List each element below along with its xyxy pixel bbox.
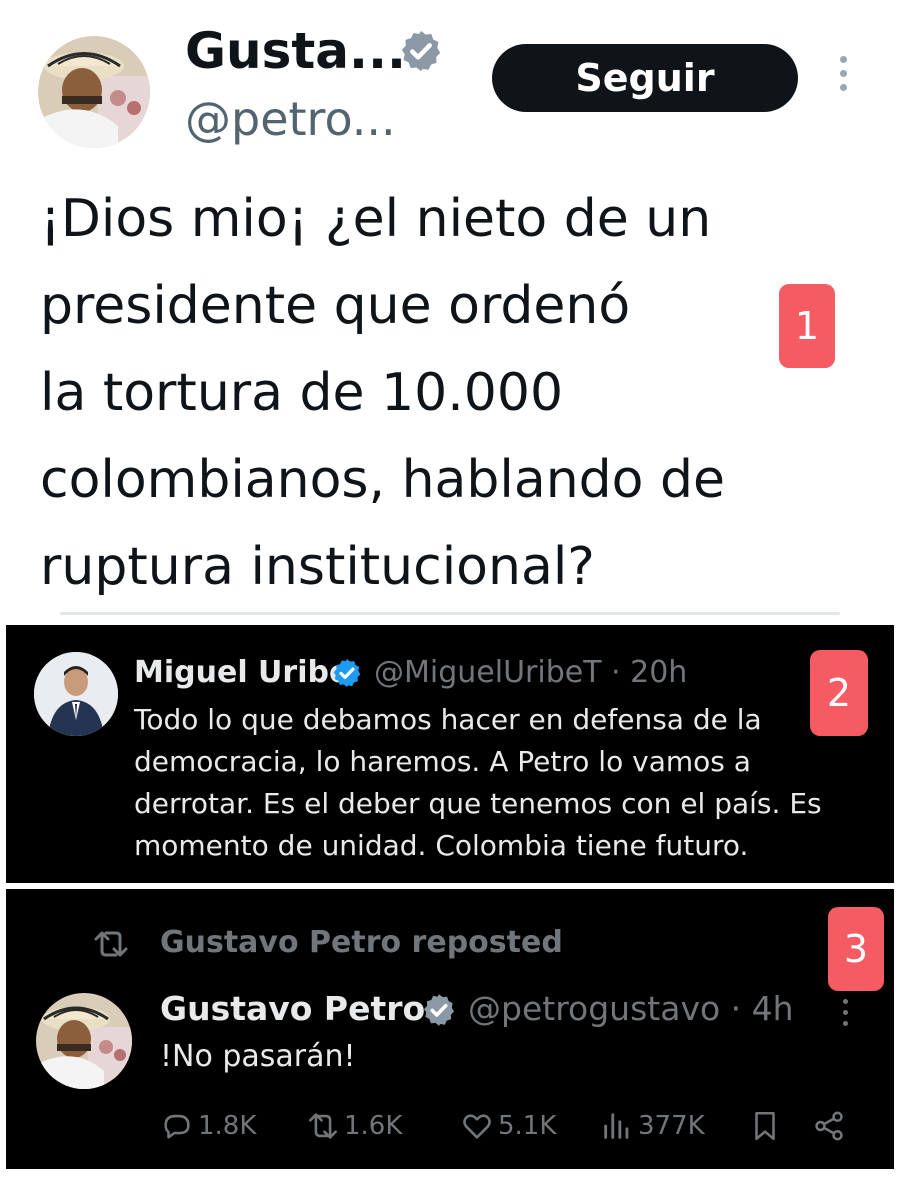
views-icon bbox=[604, 1113, 629, 1139]
tweet-text: Todo lo que debamos hacer en defensa de … bbox=[134, 699, 834, 867]
verified-badge-icon bbox=[424, 994, 454, 1026]
repost-button[interactable]: 1.6K bbox=[306, 1109, 402, 1143]
repost-count: 1.6K bbox=[344, 1111, 403, 1141]
tweet-line: colombianos, hablando de bbox=[40, 450, 726, 510]
user-handle[interactable]: @petro... bbox=[185, 92, 396, 146]
verified-badge-icon bbox=[401, 30, 441, 72]
reply-icon bbox=[164, 1114, 190, 1139]
like-count: 5.1K bbox=[498, 1111, 557, 1141]
views-button[interactable]: 377K bbox=[600, 1109, 705, 1143]
like-icon bbox=[463, 1114, 491, 1139]
handle-and-time[interactable]: @petrogustavo · 4h bbox=[468, 989, 794, 1028]
tweet-line: ¡Dios mio¡ ¿el nieto de un bbox=[40, 189, 712, 249]
tweet-line: Todo lo que debamos hacer en defensa de … bbox=[134, 703, 762, 736]
tweet-line: democracia, lo haremos. A Petro lo vamos… bbox=[134, 745, 751, 778]
bookmark-button[interactable] bbox=[748, 1109, 782, 1143]
display-name[interactable]: Gusta... bbox=[185, 22, 406, 80]
tweet-actions-bar: 1.8K 1.6K 5.1K 377K bbox=[160, 1109, 860, 1149]
display-name[interactable]: Miguel Uribe bbox=[134, 655, 349, 690]
tweet-text: ¡Dios mio¡ ¿el nieto de un presidente qu… bbox=[40, 176, 860, 611]
repost-label[interactable]: Gustavo Petro reposted bbox=[160, 925, 563, 960]
verified-badge-icon bbox=[333, 659, 361, 687]
tweet-line: la tortura de 10.000 bbox=[40, 363, 564, 423]
bookmark-icon bbox=[755, 1111, 775, 1141]
repost-icon bbox=[308, 1113, 338, 1139]
display-name[interactable]: Gustavo Petro bbox=[160, 989, 425, 1028]
annotation-number-badge: 2 bbox=[810, 650, 868, 736]
avatar[interactable] bbox=[34, 652, 118, 736]
reply-button[interactable]: 1.8K bbox=[160, 1109, 256, 1143]
like-button[interactable]: 5.1K bbox=[460, 1109, 556, 1143]
divider bbox=[60, 612, 840, 615]
tweet-card-light: Gusta... @petro... Seguir ¡Dios mio¡ ¿el… bbox=[0, 0, 900, 620]
views-count: 377K bbox=[638, 1111, 705, 1141]
tweet-card-dark-repost: Gustavo Petro reposted 3 Gustavo Petro @… bbox=[6, 889, 894, 1169]
tweet-card-dark: Miguel Uribe @MiguelUribeT · 20h Todo lo… bbox=[6, 625, 894, 883]
tweet-text: !No pasarán! bbox=[160, 1039, 356, 1074]
avatar[interactable] bbox=[36, 993, 132, 1089]
tweet-line: presidente que ordenó bbox=[40, 276, 631, 336]
annotation-number-badge: 3 bbox=[828, 907, 884, 991]
tweet-line: momento de unidad. Colombia tiene futuro… bbox=[134, 829, 749, 862]
more-options-icon[interactable] bbox=[833, 56, 853, 100]
repost-indicator-icon bbox=[94, 931, 128, 957]
handle-and-time[interactable]: @MiguelUribeT · 20h bbox=[374, 655, 687, 690]
share-button[interactable] bbox=[812, 1109, 846, 1143]
reply-count: 1.8K bbox=[198, 1111, 257, 1141]
share-icon bbox=[815, 1111, 843, 1141]
follow-button[interactable]: Seguir bbox=[492, 44, 798, 112]
annotation-number-badge: 1 bbox=[779, 284, 835, 368]
avatar[interactable] bbox=[38, 36, 150, 148]
more-options-icon[interactable] bbox=[840, 999, 850, 1029]
tweet-line: derrotar. Es el deber que tenemos con el… bbox=[134, 787, 822, 820]
tweet-line: ruptura institucional? bbox=[40, 537, 595, 597]
